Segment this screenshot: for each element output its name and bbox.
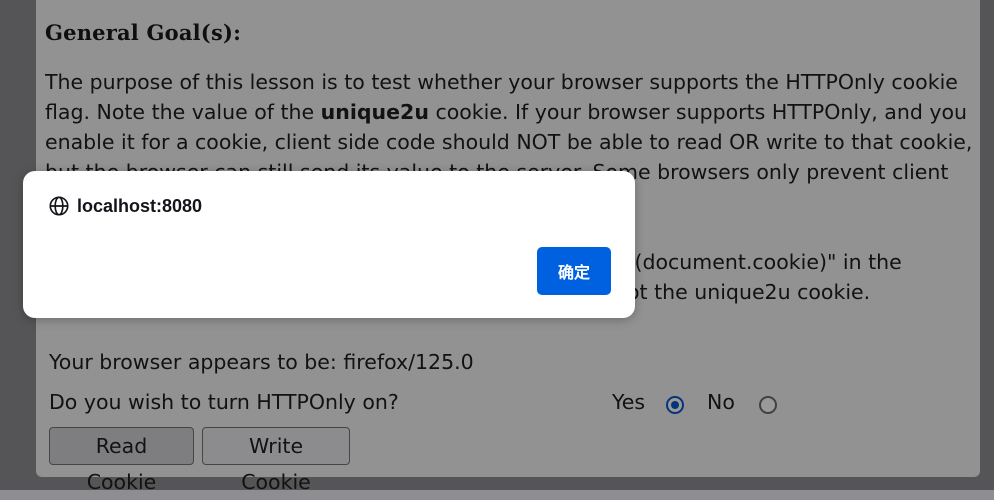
globe-icon xyxy=(49,196,69,216)
dialog-origin-text: localhost:8080 xyxy=(77,195,203,216)
ok-button[interactable]: 确定 xyxy=(537,247,611,295)
dialog-origin: localhost:8080 xyxy=(48,195,202,217)
alert-dialog: localhost:8080 确定 xyxy=(23,171,635,318)
